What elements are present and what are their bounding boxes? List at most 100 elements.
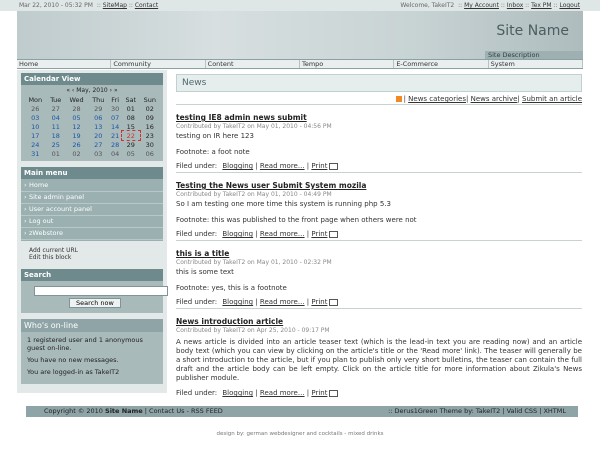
calendar-day[interactable]: 03 — [88, 149, 108, 158]
search-input[interactable] — [34, 286, 168, 296]
calendar-day[interactable]: 22 — [121, 130, 141, 141]
calendar-day[interactable]: 17 — [24, 131, 47, 140]
calendar-next[interactable]: › » — [110, 87, 118, 94]
footer-site-name[interactable]: Site Name — [105, 407, 143, 415]
calendar-weekday: Tue — [50, 95, 62, 104]
print-icon[interactable] — [329, 298, 339, 306]
calendar-day[interactable]: 29 — [122, 140, 140, 149]
calendar-day[interactable]: 15 — [122, 122, 140, 131]
contact-link[interactable]: Contact — [135, 2, 158, 9]
nav-system[interactable]: System — [489, 60, 583, 68]
logout-link[interactable]: Logout — [559, 2, 580, 9]
news-categories-link[interactable]: News categories — [408, 95, 466, 103]
theme-credit: :: Derus1Green Theme by: TakeIT2 — [388, 407, 501, 415]
calendar-weekday: Fri — [111, 95, 120, 104]
read-more-link[interactable]: Read more... — [260, 162, 305, 170]
read-more-link[interactable]: Read more... — [260, 230, 305, 238]
calendar-title: Calendar View — [21, 73, 163, 85]
calendar-day[interactable]: 27 — [88, 140, 108, 149]
calendar-day[interactable]: 10 — [24, 122, 47, 131]
calendar-day[interactable]: 12 — [65, 122, 88, 131]
edit-block-link[interactable]: Edit this block — [29, 254, 163, 261]
article-filed: Filed under: Blogging | Read more... | P… — [176, 298, 582, 306]
calendar-day[interactable]: 25 — [47, 140, 65, 149]
calendar-day[interactable]: 23 — [140, 131, 160, 140]
calendar-day[interactable]: 11 — [47, 122, 65, 131]
news-archive-link[interactable]: News archive — [471, 95, 518, 103]
submit-article-link[interactable]: Submit an article — [522, 95, 582, 103]
calendar-day[interactable]: 07 — [108, 113, 122, 122]
nav-content[interactable]: Content — [206, 60, 300, 68]
calendar-day[interactable]: 09 — [140, 113, 160, 122]
nav-tempo[interactable]: Tempo — [300, 60, 395, 68]
category-link[interactable]: Blogging — [222, 389, 253, 397]
calendar-day[interactable]: 02 — [140, 104, 160, 113]
calendar-day[interactable]: 01 — [122, 104, 140, 113]
sitemap-link[interactable]: SiteMap — [103, 2, 127, 9]
calendar-day[interactable]: 20 — [88, 131, 108, 140]
calendar-day[interactable]: 02 — [65, 149, 88, 158]
menu-site-admin-panel[interactable]: Site admin panel — [21, 192, 163, 204]
calendar-day[interactable]: 24 — [24, 140, 47, 149]
article-title[interactable]: News introduction article — [176, 317, 582, 326]
calendar-day[interactable]: 05 — [122, 149, 140, 158]
print-icon[interactable] — [329, 162, 339, 170]
calendar-day[interactable]: 19 — [65, 131, 88, 140]
menu-log-out[interactable]: Log out — [21, 216, 163, 228]
print-link[interactable]: Print — [311, 230, 327, 238]
calendar-day[interactable]: 06 — [140, 149, 160, 158]
calendar-day[interactable]: 14 — [108, 122, 122, 131]
footer-links[interactable]: Contact Us - RSS FEED — [149, 407, 223, 415]
calendar-day[interactable]: 21 — [108, 131, 122, 140]
calendar-day[interactable]: 18 — [47, 131, 65, 140]
calendar-day[interactable]: 26 — [65, 140, 88, 149]
my-account-link[interactable]: My Account — [464, 2, 499, 9]
article-title[interactable]: testing IE8 admin news submit — [176, 113, 582, 122]
nav-community[interactable]: Community — [111, 60, 206, 68]
read-more-link[interactable]: Read more... — [260, 389, 305, 397]
search-button[interactable]: Search now — [69, 298, 121, 308]
calendar-day[interactable]: 27 — [47, 104, 65, 113]
calendar-day[interactable]: 04 — [108, 149, 122, 158]
print-link[interactable]: Print — [311, 389, 327, 397]
calendar-day[interactable]: 06 — [88, 113, 108, 122]
print-icon[interactable] — [329, 230, 339, 238]
nav-home[interactable]: Home — [17, 60, 112, 68]
print-icon[interactable] — [329, 389, 339, 397]
tex-pm-link[interactable]: Tex PM — [531, 2, 551, 9]
read-more-link[interactable]: Read more... — [260, 298, 305, 306]
calendar-day[interactable]: 08 — [122, 113, 140, 122]
calendar-day[interactable]: 30 — [108, 104, 122, 113]
menu-home[interactable]: Home — [21, 180, 163, 192]
calendar-day[interactable]: 31 — [24, 149, 47, 158]
menu-zwebstore[interactable]: zWebstore — [21, 228, 163, 240]
calendar-day[interactable]: 26 — [24, 104, 47, 113]
add-current-url-link[interactable]: Add current URL — [29, 247, 163, 254]
rss-icon[interactable] — [395, 96, 402, 102]
validation-links[interactable]: Valid CSS | XHTML — [507, 407, 566, 415]
calendar-weekday: Thu — [92, 95, 105, 104]
calendar-day[interactable]: 03 — [24, 113, 47, 122]
calendar-day[interactable]: 28 — [65, 104, 88, 113]
nav-ecommerce[interactable]: E-Commerce — [394, 60, 489, 68]
menu-user-account-panel[interactable]: User account panel — [21, 204, 163, 216]
article-title[interactable]: Testing the News user Submit System mozi… — [176, 181, 582, 190]
calendar-day[interactable]: 30 — [140, 140, 160, 149]
calendar-day[interactable]: 13 — [88, 122, 108, 131]
inbox-link[interactable]: Inbox — [507, 2, 523, 9]
print-link[interactable]: Print — [311, 298, 327, 306]
datetime: Mar 22, 2010 - 05:32 PM — [19, 2, 93, 9]
site-name[interactable]: Site Name — [496, 23, 569, 39]
calendar-day[interactable]: 01 — [47, 149, 65, 158]
calendar-day[interactable]: 05 — [65, 113, 88, 122]
calendar-day[interactable]: 16 — [140, 122, 160, 131]
calendar-day[interactable]: 29 — [88, 104, 108, 113]
category-link[interactable]: Blogging — [222, 162, 253, 170]
article-title[interactable]: this is a title — [176, 249, 582, 258]
calendar-day[interactable]: 28 — [108, 140, 122, 149]
calendar-prev[interactable]: « ‹ — [66, 87, 74, 94]
category-link[interactable]: Blogging — [222, 230, 253, 238]
category-link[interactable]: Blogging — [222, 298, 253, 306]
calendar-day[interactable]: 04 — [47, 113, 65, 122]
print-link[interactable]: Print — [311, 162, 327, 170]
